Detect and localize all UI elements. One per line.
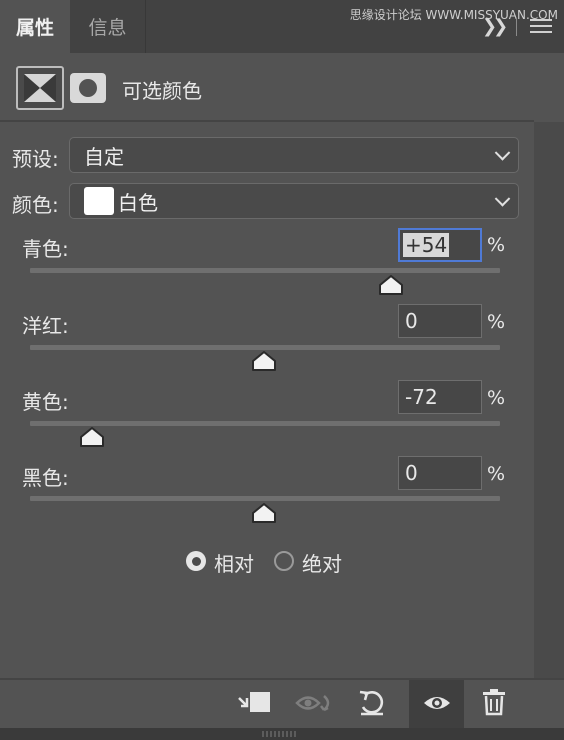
percent-label: % — [487, 311, 506, 333]
double-chevron-right-icon[interactable]: ❯❯ — [482, 16, 508, 37]
black-slider-track[interactable] — [30, 496, 500, 501]
yellow-value-text: -72 — [405, 385, 438, 409]
percent-label: % — [487, 463, 506, 485]
cyan-value-text: +54 — [403, 233, 450, 257]
colors-value: 白色 — [118, 190, 158, 215]
selective-color-icon — [24, 74, 56, 102]
relative-radio[interactable] — [186, 551, 206, 571]
footer-toolbar — [0, 678, 564, 728]
relative-label[interactable]: 相对 — [214, 548, 254, 577]
watermark-text: 思缘设计论坛 WWW.MISSYUAN.COM — [349, 8, 558, 22]
hamburger-menu-icon[interactable] — [530, 19, 552, 33]
adjustment-layer-icon[interactable] — [16, 66, 64, 110]
black-value-field[interactable]: 0 — [398, 456, 482, 490]
slider-label-black: 黑色: — [22, 466, 69, 490]
colors-label: 颜色: — [12, 193, 59, 217]
view-previous-state-icon[interactable] — [294, 690, 334, 716]
tab-info[interactable]: 信息 — [70, 0, 146, 53]
preset-value: 自定 — [84, 144, 124, 169]
slider-label-yellow: 黄色: — [22, 390, 69, 414]
panel-title: 可选颜色 — [122, 79, 202, 103]
chevron-down-icon — [494, 145, 511, 161]
slider-label-cyan: 青色: — [22, 237, 69, 261]
tab-properties[interactable]: 属性 — [0, 0, 70, 53]
yellow-value-field[interactable]: -72 — [398, 380, 482, 414]
black-value-text: 0 — [405, 461, 418, 485]
preset-label: 预设: — [12, 147, 59, 171]
cyan-slider-track[interactable] — [30, 268, 500, 273]
absolute-label[interactable]: 绝对 — [302, 548, 342, 577]
black-slider-thumb[interactable] — [251, 502, 277, 524]
cyan-value-field[interactable]: +54 — [398, 228, 482, 262]
cyan-slider-thumb[interactable] — [378, 274, 404, 296]
preset-select[interactable]: 自定 — [69, 137, 519, 173]
tab-divider — [516, 18, 517, 36]
reset-icon[interactable] — [357, 689, 387, 717]
percent-label: % — [487, 234, 506, 256]
scrollbar[interactable] — [534, 122, 564, 678]
resize-grip[interactable] — [262, 731, 298, 737]
layer-mask-icon[interactable] — [70, 73, 106, 103]
colors-select[interactable]: 白色 — [69, 183, 519, 219]
magenta-slider-thumb[interactable] — [251, 350, 277, 372]
percent-label: % — [487, 387, 506, 409]
trash-icon[interactable] — [482, 688, 506, 716]
magenta-value-field[interactable]: 0 — [398, 304, 482, 338]
yellow-slider-thumb[interactable] — [79, 426, 105, 448]
magenta-value-text: 0 — [405, 309, 418, 333]
slider-label-magenta: 洋红: — [22, 314, 69, 338]
clip-to-layer-icon[interactable] — [236, 690, 274, 716]
absolute-radio[interactable] — [274, 551, 294, 571]
visibility-eye-icon[interactable] — [422, 692, 452, 714]
divider — [0, 120, 534, 122]
chevron-down-icon — [494, 191, 511, 207]
color-swatch — [84, 187, 114, 215]
